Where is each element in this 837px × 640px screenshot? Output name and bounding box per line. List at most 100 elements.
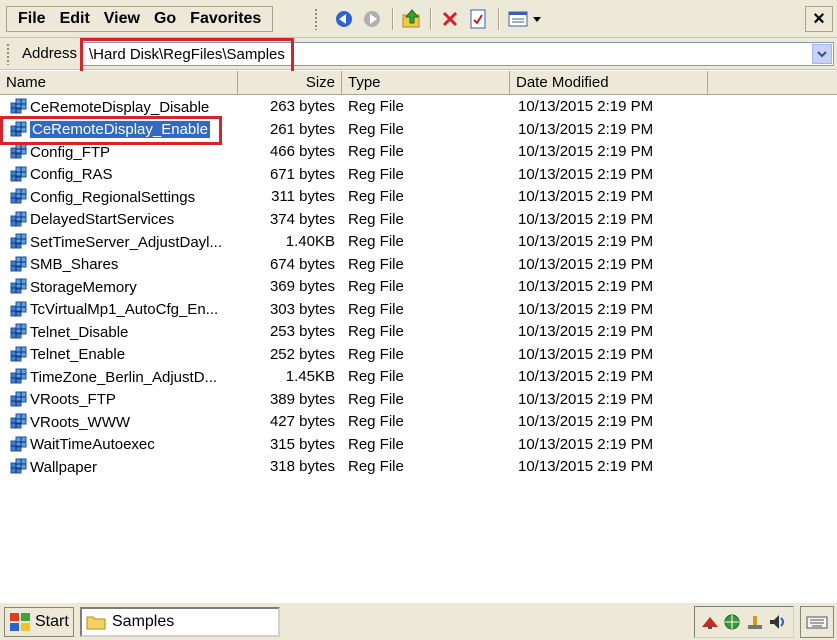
file-row[interactable]: SMB_Shares 674 bytes Reg File 10/13/2015 2:… [0,254,837,276]
keyboard-button[interactable] [800,606,834,638]
toolbar-separator [430,8,432,30]
reg-file-icon [10,346,27,361]
file-type: Reg File [348,300,404,318]
file-row[interactable]: TimeZone_Berlin_AdjustD... 1.45KB Reg File… [0,366,837,388]
file-row[interactable]: VRoots_WWW 427 bytes Reg File 10/13/2015 2:… [0,411,837,433]
file-name: Telnet_Enable [30,346,126,363]
file-name-cell: WaitTimeAutoexec [8,436,238,454]
reg-file-icon [10,211,27,226]
file-date: 10/13/2015 2:19 PM [518,98,654,115]
file-name-cell: VRoots_FTP [8,391,238,409]
volume-icon[interactable] [768,613,788,631]
properties-button[interactable] [466,7,490,31]
file-row[interactable]: Config_RegionalSettings 311 bytes Reg File… [0,186,837,208]
network-icon[interactable] [700,613,720,631]
up-folder-button[interactable] [400,7,424,31]
file-name: TcVirtualMp1_AutoCfg_En... [30,301,219,318]
file-size: 311 bytes [271,188,335,205]
menu-edit[interactable]: Edit [53,7,97,31]
file-date: 10/13/2015 2:19 PM [518,368,654,385]
column-header-type[interactable]: Type [342,71,510,95]
file-type: Reg File [348,143,404,160]
reg-file-icon [10,256,27,271]
selection-annotation-box [0,116,222,145]
file-date: 10/13/2015 2:19 PM [518,120,654,138]
file-type: Reg File [348,255,404,273]
start-label: Start [35,613,69,630]
file-name: DelayedStartServices [30,211,175,228]
file-list: CeRemoteDisplay_Disable 263 bytes Reg File… [0,96,837,601]
menu-view[interactable]: View [97,7,147,31]
file-name: TimeZone_Berlin_AdjustD... [30,368,218,386]
file-row[interactable]: Wallpaper 318 bytes Reg File 10/13/2015 2:1… [0,456,837,478]
column-header-date[interactable]: Date Modified [510,71,708,95]
delete-icon [442,11,458,27]
reg-file-icon [10,458,27,474]
file-name-cell: VRoots_WWW [8,413,238,431]
file-row[interactable]: SetTimeServer_AdjustDayl... 1.40KB Reg Fil… [0,231,837,253]
system-tray [694,606,794,638]
file-size: 389 bytes [269,390,335,408]
taskbar-window-samples[interactable]: Samples [80,607,280,637]
file-name: SetTimeServer_AdjustDayl... [30,233,223,251]
reg-file-icon [10,436,27,451]
connection-icon[interactable] [745,613,765,631]
file-row[interactable]: VRoots_FTP 389 bytes Reg File 10/13/2015 2:… [0,389,837,411]
start-button[interactable]: Start [4,607,74,637]
forward-button[interactable] [360,7,384,31]
file-size: 253 bytes [269,323,335,340]
reg-file-icon [10,143,27,159]
file-row[interactable]: DelayedStartServices 374 bytes Reg File 10/… [0,209,837,231]
delete-button[interactable] [438,7,462,31]
file-row[interactable]: Telnet_Enable 252 bytes Reg File 10/13/2015… [0,344,837,366]
file-name: Telnet_Disable [30,323,129,341]
file-date: 10/13/2015 2:19 PM [518,188,654,205]
file-name: SMB_Shares [30,256,119,273]
file-date: 10/13/2015 2:19 PM [518,390,654,408]
reg-file-icon [10,323,27,339]
file-size: 252 bytes [269,345,335,363]
menu-go[interactable]: Go [147,7,183,31]
file-name-cell: Config_RAS [8,166,238,184]
file-name: CeRemoteDisplay_Disable [30,98,210,116]
menu-file[interactable]: File [11,7,53,31]
address-dropdown-button[interactable] [812,44,832,64]
column-header-name[interactable]: Name [0,71,238,95]
file-name: Config_RAS [30,166,113,183]
views-icon [508,11,541,27]
back-button[interactable] [332,7,356,31]
file-row[interactable]: Telnet_Disable 253 bytes Reg File 10/13/201… [0,321,837,343]
file-date: 10/13/2015 2:19 PM [518,458,654,475]
file-name: VRoots_WWW [30,413,131,431]
file-row[interactable]: CeRemoteDisplay_Disable 263 bytes Reg File… [0,96,837,118]
file-row[interactable]: Config_RAS 671 bytes Reg File 10/13/2015 2:… [0,164,837,186]
file-size: 671 bytes [269,165,335,183]
reg-file-icon [10,278,27,294]
file-date: 10/13/2015 2:19 PM [518,233,654,250]
close-icon: × [813,7,825,30]
file-row[interactable]: StorageMemory 369 bytes Reg File 10/13/2015… [0,276,837,298]
file-size: 261 bytes [269,120,335,138]
file-name-cell: SMB_Shares [8,256,238,274]
file-row[interactable]: WaitTimeAutoexec 315 bytes Reg File 10/13/2… [0,434,837,456]
file-name-cell: Telnet_Enable [8,346,238,364]
file-row[interactable]: TcVirtualMp1_AutoCfg_En... 303 bytes Reg F… [0,299,837,321]
menu-favorites[interactable]: Favorites [183,7,268,31]
views-button[interactable] [506,7,546,31]
file-size: 674 bytes [269,255,335,273]
file-name-cell: Config_FTP [8,143,238,161]
file-name-cell: TimeZone_Berlin_AdjustD... [8,368,238,386]
globe-icon[interactable] [723,613,741,631]
column-header-size[interactable]: Size [238,71,342,95]
address-grip[interactable] [6,43,10,65]
toolbar-grip[interactable] [314,8,318,30]
file-name-cell: StorageMemory [8,278,238,296]
file-size: 427 bytes [269,413,335,430]
file-size: 369 bytes [269,278,335,295]
reg-file-icon [10,368,27,384]
taskbar: Start Samples [0,601,837,640]
keyboard-icon [806,616,828,629]
close-button[interactable]: × [805,6,833,32]
file-name-cell: TcVirtualMp1_AutoCfg_En... [8,301,238,319]
file-name-cell: DelayedStartServices [8,211,238,229]
